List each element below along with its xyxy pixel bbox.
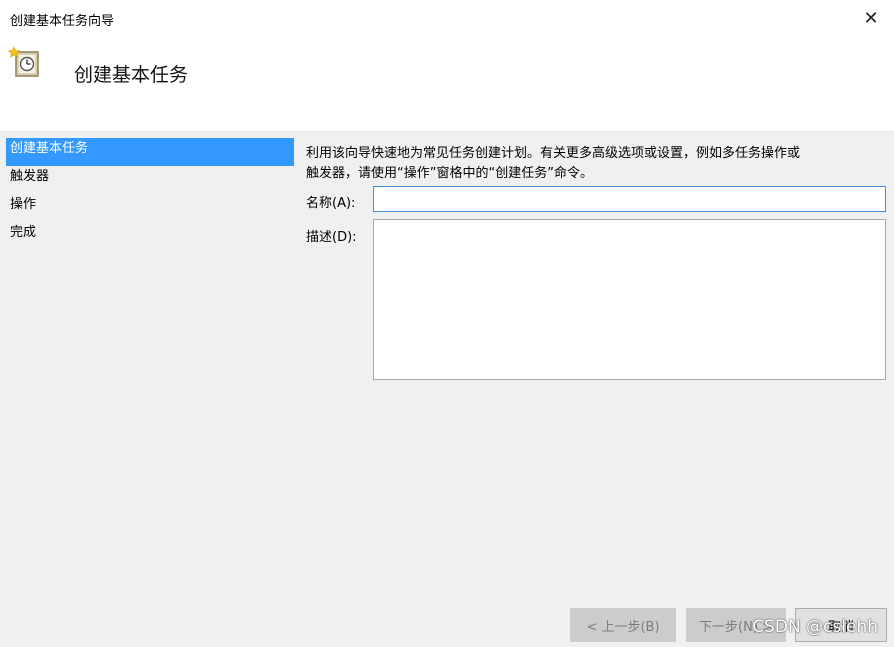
back-button[interactable]: < 上一步(B) xyxy=(570,608,676,642)
next-button[interactable]: 下一步(N) > xyxy=(686,608,786,642)
step-trigger[interactable]: 触发器 xyxy=(6,166,294,194)
next-button-label: 下一步(N) > xyxy=(699,619,773,635)
step-label: 操作 xyxy=(10,197,37,212)
wizard-steps: 创建基本任务 触发器 操作 完成 xyxy=(6,138,294,250)
intro-line-2: 触发器，请使用“操作”窗格中的“创建任务”命令。 xyxy=(306,166,593,181)
step-label: 完成 xyxy=(10,225,37,240)
task-clock-icon xyxy=(8,46,39,77)
step-action[interactable]: 操作 xyxy=(6,194,294,222)
wizard-content: 创建基本任务 触发器 操作 完成 利用该向导快速地为常见任务创建计划。有关更多高… xyxy=(0,131,894,647)
cancel-button[interactable]: 取消 xyxy=(795,608,887,642)
back-button-label: < 上一步(B) xyxy=(586,619,660,635)
close-button[interactable]: ✕ xyxy=(854,4,888,32)
step-finish[interactable]: 完成 xyxy=(6,222,294,250)
name-label: 名称(A): xyxy=(306,196,356,211)
wizard-form: 利用该向导快速地为常见任务创建计划。有关更多高级选项或设置，例如多任务操作或 触… xyxy=(306,144,886,380)
step-create-basic-task[interactable]: 创建基本任务 xyxy=(6,138,294,166)
step-label: 创建基本任务 xyxy=(10,141,89,156)
window-title: 创建基本任务向导 xyxy=(10,14,115,29)
title-bar: 创建基本任务向导 ✕ xyxy=(0,0,894,36)
step-label: 触发器 xyxy=(10,169,50,184)
cancel-button-label: 取消 xyxy=(827,619,854,635)
wizard-header: 创建基本任务 xyxy=(0,36,894,131)
name-input[interactable] xyxy=(373,186,886,212)
description-label: 描述(D): xyxy=(306,230,357,245)
description-input[interactable] xyxy=(373,219,886,380)
intro-text: 利用该向导快速地为常见任务创建计划。有关更多高级选项或设置，例如多任务操作或 触… xyxy=(306,144,886,184)
close-icon: ✕ xyxy=(863,7,879,29)
intro-line-1: 利用该向导快速地为常见任务创建计划。有关更多高级选项或设置，例如多任务操作或 xyxy=(306,146,801,161)
page-title: 创建基本任务 xyxy=(74,64,189,86)
